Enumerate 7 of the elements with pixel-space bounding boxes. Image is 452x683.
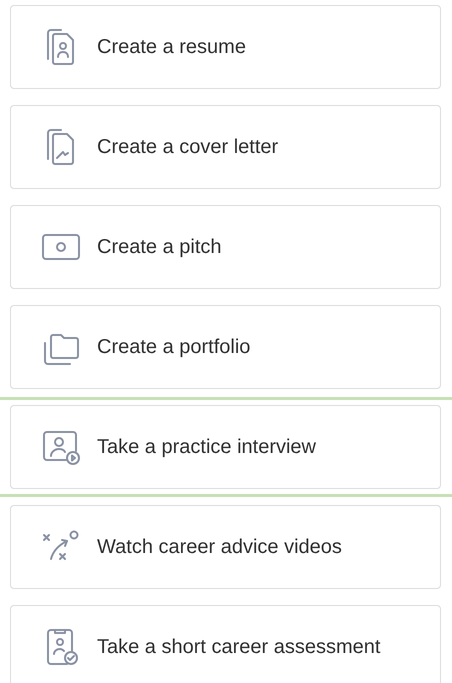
option-card[interactable]: Create a resume [10, 5, 441, 89]
option-card[interactable]: Watch career advice videos [10, 505, 441, 589]
option-card[interactable]: Take a practice interview [10, 405, 441, 489]
option-card[interactable]: Take a short career assessment [10, 605, 441, 683]
option-card[interactable]: Create a cover letter [10, 105, 441, 189]
option-card[interactable]: Create a portfolio [10, 305, 441, 389]
option-card[interactable]: Create a pitch [10, 205, 441, 289]
